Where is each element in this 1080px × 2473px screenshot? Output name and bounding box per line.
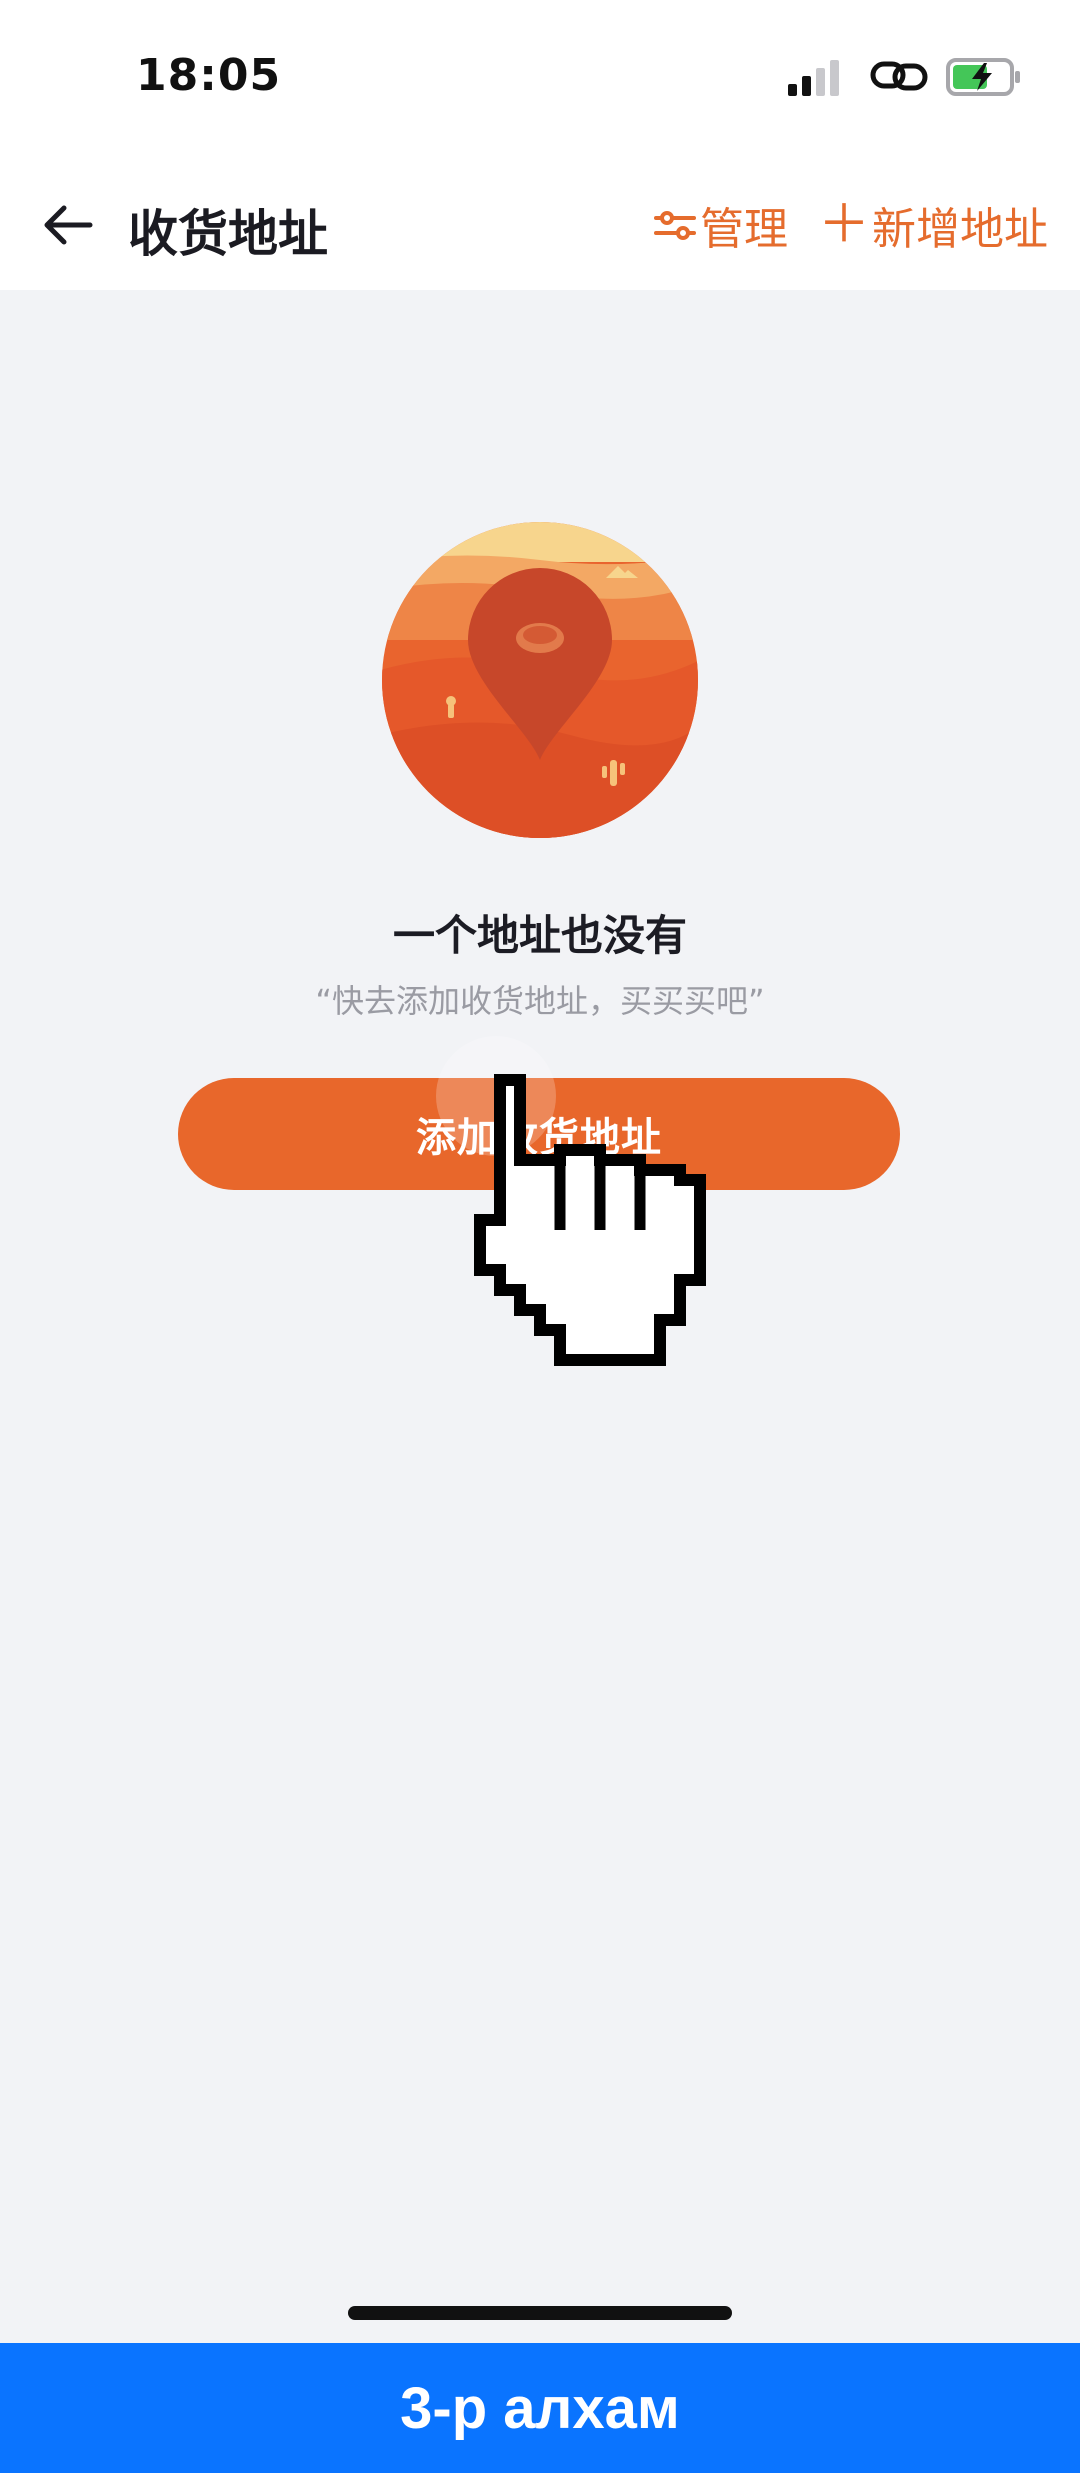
empty-state-subtitle: “快去添加收货地址，买买买吧”	[315, 982, 765, 1020]
step-banner: 3-р алхам	[0, 2343, 1080, 2473]
hand-pointer-icon	[474, 1074, 706, 1366]
plus-icon: ＋	[818, 195, 871, 255]
empty-state-title: 一个地址也没有	[392, 911, 687, 960]
nav-bar: 收货地址 管理 ＋ 新增地址	[0, 150, 1080, 290]
status-time: 18:05	[136, 50, 282, 101]
battery-charging-icon	[946, 58, 1020, 96]
back-arrow-icon[interactable]	[40, 202, 96, 248]
page-title: 收货地址	[128, 205, 328, 263]
add-new-address-label: 新增地址	[872, 204, 1049, 255]
signal-icon	[788, 60, 839, 96]
sliders-icon	[654, 211, 696, 240]
home-indicator	[348, 2306, 732, 2320]
add-new-address-button[interactable]: ＋ 新增地址	[818, 195, 1048, 255]
manage-label: 管理	[700, 204, 788, 255]
link-icon	[870, 61, 928, 91]
map-pin-desert-illustration	[382, 522, 698, 838]
status-bar: 18:05	[0, 0, 1080, 150]
manage-button[interactable]: 管理	[652, 198, 788, 255]
